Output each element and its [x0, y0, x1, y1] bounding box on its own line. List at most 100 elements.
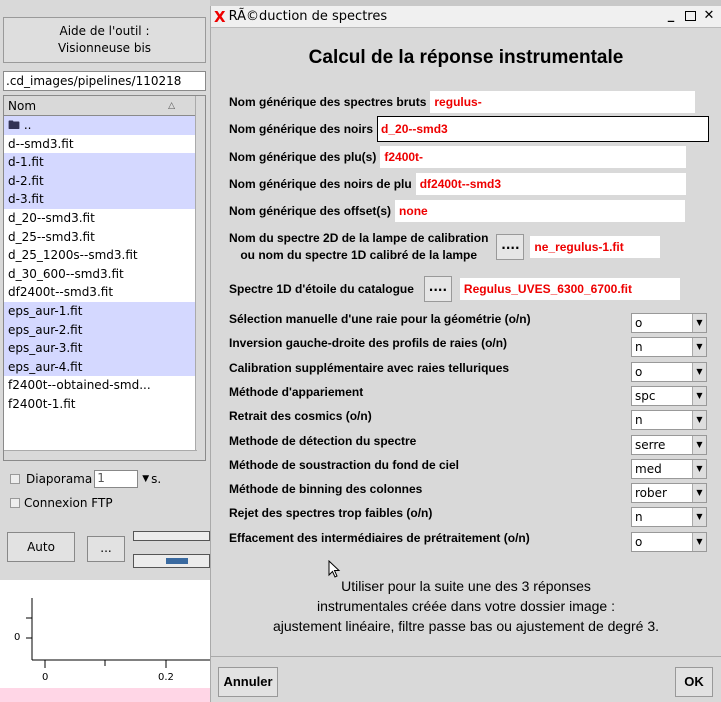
list-item[interactable]: d--smd3.fit [4, 135, 197, 154]
lampe-label-line2: ou nom du spectre 1D calibré de la lampe [240, 248, 478, 262]
option-select[interactable]: serre ▼ [631, 434, 707, 455]
progress-bar-top [133, 531, 210, 541]
option-value: o [635, 534, 643, 549]
plot-area: 0 0 0.2 [0, 580, 210, 688]
dots-button[interactable]: ... [87, 536, 125, 562]
option-value: rober [635, 486, 667, 501]
app-x-icon: X [214, 7, 226, 26]
lampe-input[interactable]: ne_regulus-1.fit [530, 236, 661, 258]
field-input-noirs[interactable]: d_20--smd3 [377, 116, 709, 142]
option-label: Methode de détection du spectre [229, 433, 417, 448]
info-line2: instrumentales créée dans votre dossier … [316, 598, 616, 614]
option-select[interactable]: med ▼ [631, 458, 707, 479]
list-item[interactable]: 🖿 .. [4, 116, 197, 135]
aide-button[interactable]: Aide de l'outil : Visionneuse bis [3, 17, 206, 63]
dropdown-arrow-icon[interactable]: ▼ [692, 362, 706, 381]
plot-svg: 0 0 0.2 [14, 598, 210, 683]
list-item[interactable]: eps_aur-3.fit [4, 339, 197, 358]
ftp-checkbox[interactable] [10, 498, 20, 508]
column-header-label: Nom [8, 98, 37, 113]
path-field[interactable]: .cd_images/pipelines/110218 [3, 71, 206, 91]
option-value: spc [635, 388, 656, 403]
dropdown-arrow-icon[interactable]: ▼ [692, 411, 706, 430]
option-select[interactable]: spc ▼ [631, 385, 707, 406]
list-item[interactable]: df2400t--smd3.fit [4, 283, 197, 302]
dropdown-arrow-icon[interactable]: ▼ [142, 474, 149, 484]
option-select[interactable]: n ▼ [631, 410, 707, 431]
field-input-bruts[interactable]: regulus- [430, 91, 696, 113]
horizontal-scrollbar[interactable] [4, 450, 197, 460]
dropdown-arrow-icon[interactable]: ▼ [692, 459, 706, 478]
annuler-button[interactable]: Annuler [218, 667, 278, 697]
dropdown-arrow-icon[interactable]: ▼ [692, 435, 706, 454]
list-item[interactable]: eps_aur-4.fit [4, 357, 197, 377]
info-text: Utiliser pour la suite une des 3 réponse… [211, 576, 721, 636]
list-item[interactable]: eps_aur-2.fit [4, 320, 197, 340]
dropdown-arrow-icon[interactable]: ▼ [692, 338, 706, 357]
vertical-scrollbar[interactable] [195, 96, 205, 460]
option-select[interactable]: n ▼ [631, 337, 707, 358]
option-select[interactable]: o ▼ [631, 361, 707, 382]
field-input-noirsplu[interactable]: df2400t--smd3 [415, 173, 686, 195]
lampe-label: Nom du spectre 2D de la lampe de calibra… [229, 230, 488, 264]
list-item[interactable]: d_25_1200s--smd3.fit [4, 246, 197, 265]
ftp-label: Connexion FTP [24, 496, 113, 510]
left-panel: Aide de l'outil : Visionneuse bis .cd_im… [0, 0, 210, 702]
option-select[interactable]: rober ▼ [631, 483, 707, 504]
list-item[interactable]: d_20--smd3.fit [4, 209, 197, 228]
info-line3: ajustement linéaire, filtre passe bas ou… [272, 618, 659, 634]
maximize-icon[interactable] [682, 8, 698, 24]
field-row-noirs: Nom générique des noirs d_20--smd3 [229, 116, 709, 142]
list-item[interactable]: d-3.fit [4, 190, 197, 209]
field-input-offset[interactable]: none [395, 200, 686, 222]
option-select[interactable]: o ▼ [631, 531, 707, 552]
option-select[interactable]: o ▼ [631, 313, 707, 333]
option-value: o [635, 364, 643, 379]
diaporama-checkbox[interactable] [10, 474, 20, 484]
list-item[interactable]: f2400t-1.fit [4, 395, 197, 414]
ok-button[interactable]: OK [675, 667, 713, 697]
title-bar[interactable]: X RÃ©duction de spectres _ ✕ [211, 6, 721, 28]
column-header-nom[interactable]: Nom △ [4, 96, 197, 116]
field-label-plu: Nom générique des plu(s) [229, 150, 377, 164]
dropdown-arrow-icon[interactable]: ▼ [692, 508, 706, 527]
catalogue-label: Spectre 1D d'étoile du catalogue [229, 282, 414, 296]
dropdown-arrow-icon[interactable]: ▼ [692, 484, 706, 503]
option-value: o [635, 316, 643, 330]
catalogue-browse-button[interactable]: .... [423, 276, 452, 302]
diaporama-input[interactable]: 1 [94, 470, 139, 488]
close-icon[interactable]: ✕ [701, 8, 717, 24]
field-label-noirs: Nom générique des noirs [229, 122, 374, 136]
dropdown-arrow-icon[interactable]: ▼ [692, 532, 706, 551]
catalogue-input[interactable]: Regulus_UVES_6300_6700.fit [459, 278, 680, 300]
ftp-row: Connexion FTP [10, 496, 113, 510]
minimize-icon[interactable]: _ [663, 8, 679, 24]
list-item[interactable]: eps_aur-1.fit [4, 301, 197, 321]
list-item[interactable]: d-1.fit [4, 153, 197, 172]
dropdown-arrow-icon[interactable]: ▼ [692, 314, 706, 332]
option-label: Calibration supplémentaire avec raies te… [229, 360, 510, 375]
option-label: Méthode de binning des colonnes [229, 482, 423, 497]
lampe-browse-button[interactable]: .... [496, 234, 525, 260]
option-label: Sélection manuelle d'une raie pour la gé… [229, 312, 531, 326]
file-list[interactable]: Nom △ 🖿 .. d--smd3.fit d-1.fit d-2.fit d… [3, 95, 206, 461]
field-label-offset: Nom générique des offset(s) [229, 204, 392, 218]
dropdown-arrow-icon[interactable]: ▼ [692, 386, 706, 405]
field-row-plu: Nom générique des plu(s) f2400t- [229, 146, 709, 168]
file-items: 🖿 .. d--smd3.fit d-1.fit d-2.fit d-3.fit… [4, 116, 197, 414]
option-value: n [635, 413, 643, 428]
option-value: serre [635, 437, 666, 452]
folder-up-icon: 🖿 [8, 118, 21, 132]
field-row-noirsplu: Nom générique des noirs de plu df2400t--… [229, 173, 709, 195]
auto-button[interactable]: Auto [7, 532, 75, 562]
list-item[interactable]: d_30_600--smd3.fit [4, 265, 197, 284]
reduction-dialog: X RÃ©duction de spectres _ ✕ Calcul de l… [210, 6, 721, 702]
list-item[interactable]: d-2.fit [4, 171, 197, 191]
progress-bar-bottom[interactable] [133, 554, 210, 568]
option-select[interactable]: n ▼ [631, 507, 707, 528]
option-value: n [635, 510, 643, 525]
list-item[interactable]: f2400t--obtained-smd... [4, 376, 197, 395]
lampe-row: Nom du spectre 2D de la lampe de calibra… [229, 230, 709, 264]
field-input-plu[interactable]: f2400t- [380, 146, 687, 168]
list-item[interactable]: d_25--smd3.fit [4, 228, 197, 247]
